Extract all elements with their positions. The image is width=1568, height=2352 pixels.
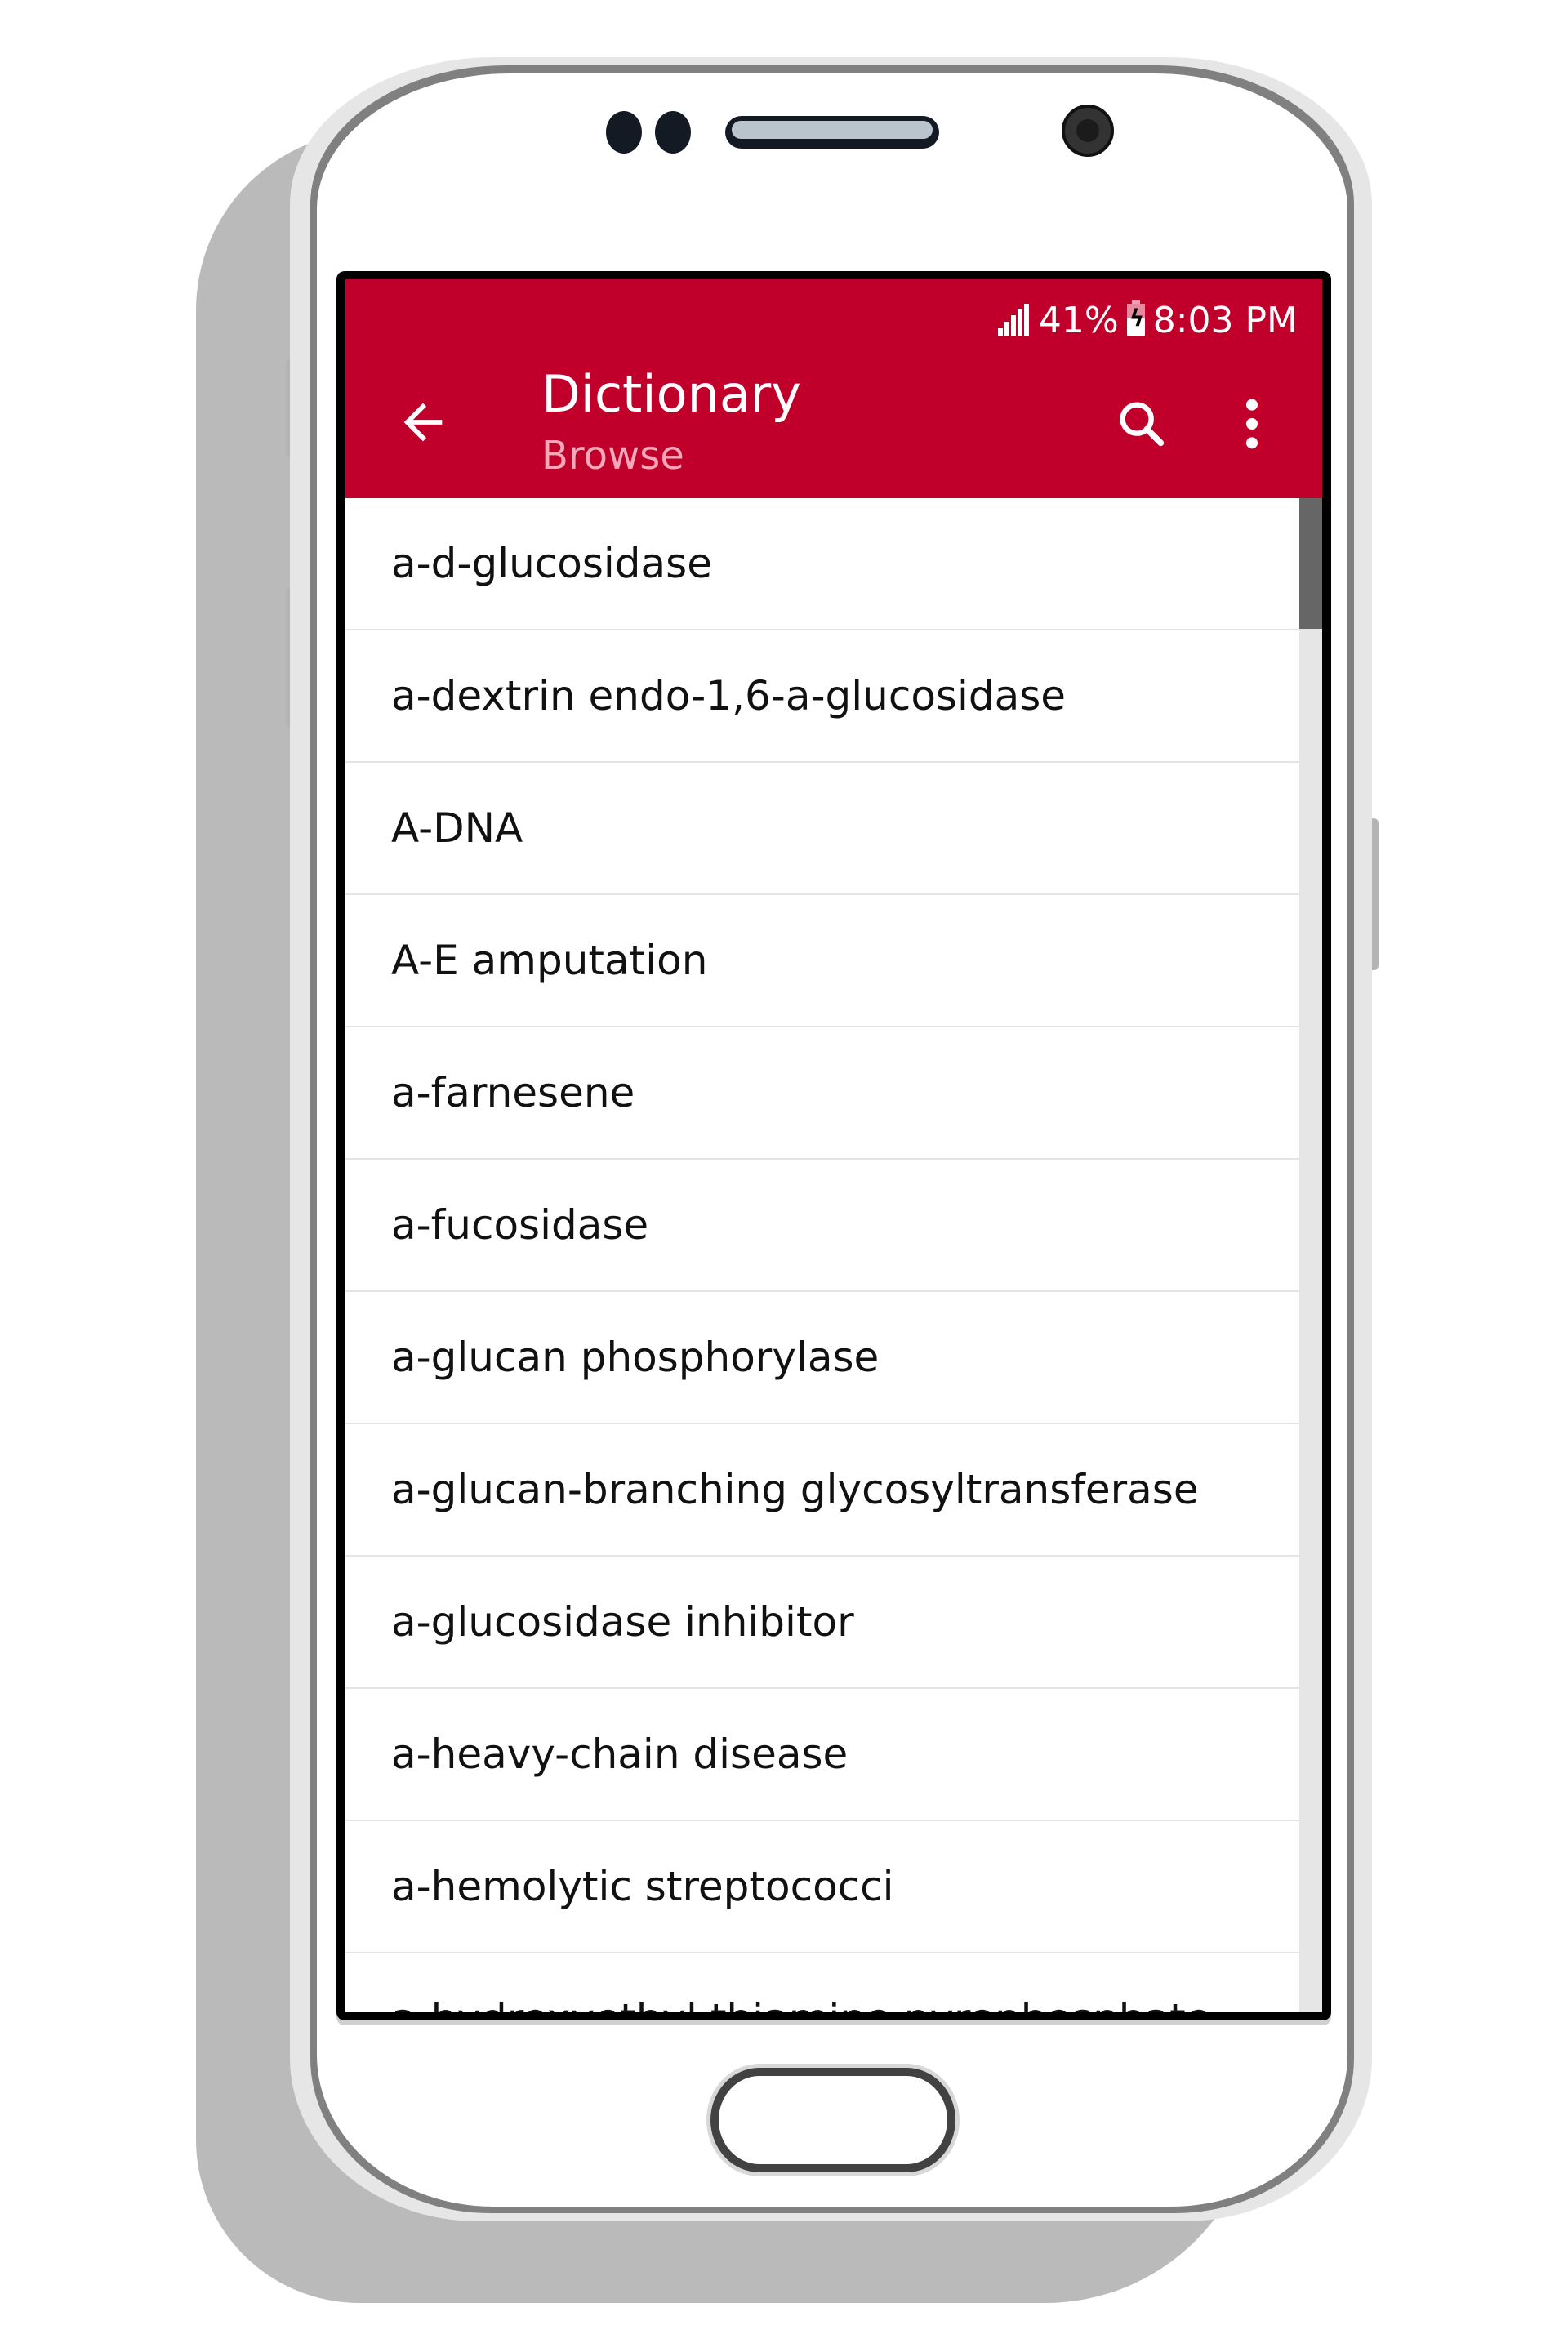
app-bar: 41% ϟ 8:03 PM Dictionary Browse — [345, 279, 1322, 498]
list-item[interactable]: a-glucan phosphorylase — [345, 1292, 1299, 1424]
earpiece-speaker — [725, 116, 939, 149]
dictionary-list: a-d-glucosidase a-dextrin endo-1,6-a-glu… — [345, 498, 1299, 2012]
search-icon[interactable] — [1113, 395, 1170, 452]
list-item[interactable]: a-heavy-chain disease — [345, 1689, 1299, 1821]
battery-charging-icon: ϟ — [1126, 300, 1145, 336]
scrollbar-track[interactable] — [1299, 498, 1322, 2012]
signal-icon — [997, 304, 1031, 336]
list-item[interactable]: a-fucosidase — [345, 1160, 1299, 1292]
home-button[interactable] — [710, 2068, 956, 2172]
more-vert-icon[interactable] — [1236, 395, 1268, 452]
proximity-sensor — [606, 111, 642, 154]
page-subtitle: Browse — [541, 433, 684, 479]
front-camera — [1062, 105, 1114, 157]
page-title: Dictionary — [541, 364, 801, 424]
light-sensor — [655, 111, 691, 154]
arrow-back-icon[interactable] — [394, 394, 452, 451]
list-item[interactable]: a-d-glucosidase — [345, 498, 1299, 630]
list-item[interactable]: a-hydroxyethyl thiamine pyrophosphate — [345, 1953, 1299, 2012]
screen: 41% ϟ 8:03 PM Dictionary Browse a-d-gluc… — [345, 279, 1322, 2012]
status-bar: 41% ϟ 8:03 PM — [997, 296, 1298, 345]
battery-percent: 41% — [1038, 299, 1119, 341]
list-item[interactable]: a-hemolytic streptococci — [345, 1821, 1299, 1953]
list-item[interactable]: A-DNA — [345, 763, 1299, 895]
list-item[interactable]: a-glucosidase inhibitor — [345, 1557, 1299, 1689]
clock: 8:03 PM — [1152, 299, 1298, 341]
list-item[interactable]: a-dextrin endo-1,6-a-glucosidase — [345, 630, 1299, 763]
list-item[interactable]: a-farnesene — [345, 1027, 1299, 1160]
scrollbar-thumb[interactable] — [1299, 498, 1322, 629]
list-item[interactable]: a-glucan-branching glycosyltransferase — [345, 1424, 1299, 1557]
list-item[interactable]: A-E amputation — [345, 895, 1299, 1027]
